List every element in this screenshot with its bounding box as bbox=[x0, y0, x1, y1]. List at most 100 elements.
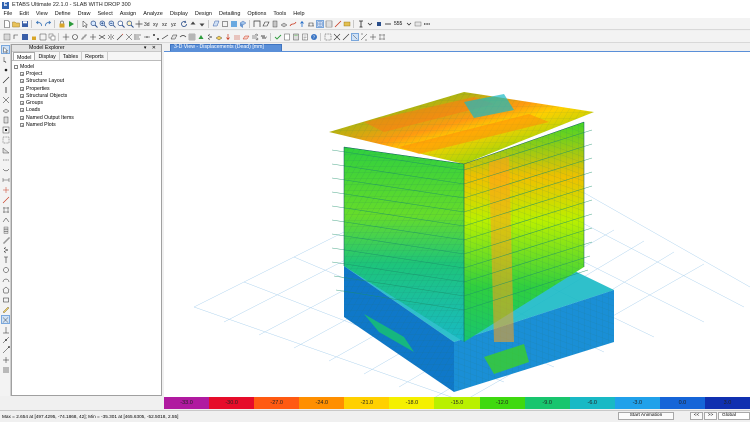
draw-link-icon[interactable] bbox=[1, 155, 10, 164]
rotate-view-icon[interactable] bbox=[180, 20, 188, 28]
3d-view-canvas[interactable] bbox=[164, 51, 750, 397]
zoom-out-icon[interactable] bbox=[108, 20, 116, 28]
menu-display[interactable]: Display bbox=[166, 11, 191, 17]
menu-select[interactable]: Select bbox=[94, 11, 116, 17]
model-icon[interactable] bbox=[3, 33, 11, 41]
draw-circle-icon[interactable] bbox=[1, 265, 10, 274]
snap-perpendicular-icon[interactable] bbox=[1, 325, 10, 334]
expand-icon[interactable]: + bbox=[20, 86, 24, 91]
run-analysis-icon[interactable] bbox=[67, 20, 75, 28]
tree-root-model[interactable]: - Model bbox=[14, 63, 159, 70]
zoom-full-icon[interactable] bbox=[117, 20, 125, 28]
snap-intersection-icon[interactable] bbox=[1, 315, 10, 324]
shell-icon[interactable] bbox=[262, 20, 270, 28]
edit-lines-icon[interactable] bbox=[161, 33, 169, 41]
auto-mesh-icon[interactable] bbox=[188, 33, 196, 41]
extrude-icon[interactable] bbox=[239, 20, 247, 28]
undo-icon[interactable] bbox=[35, 20, 43, 28]
line-style-icon[interactable] bbox=[414, 20, 422, 28]
draw-developed-elevation-icon[interactable] bbox=[1, 215, 10, 224]
snap-midpoint-icon[interactable] bbox=[1, 335, 10, 344]
draw-brace-icon[interactable] bbox=[1, 95, 10, 104]
menu-detailing[interactable]: Detailing bbox=[216, 11, 244, 17]
draw-section-cut-icon[interactable] bbox=[1, 195, 10, 204]
frame-icon[interactable] bbox=[253, 20, 261, 28]
forces-icon[interactable] bbox=[307, 20, 315, 28]
save-view-icon[interactable] bbox=[21, 33, 29, 41]
new-model-icon[interactable] bbox=[3, 19, 11, 28]
springs-icon[interactable] bbox=[206, 33, 214, 41]
draw-opening-icon[interactable] bbox=[1, 125, 10, 134]
draw-floor-icon[interactable] bbox=[1, 105, 10, 114]
deformed-shape-icon[interactable] bbox=[289, 20, 297, 28]
expand-icon[interactable]: + bbox=[20, 123, 24, 128]
menu-analyze[interactable]: Analyze bbox=[140, 11, 167, 17]
menu-design[interactable]: Design bbox=[191, 11, 215, 17]
report-icon[interactable] bbox=[301, 33, 309, 41]
extend-icon[interactable] bbox=[116, 33, 124, 41]
start-animation-button[interactable]: Start Animation bbox=[618, 412, 674, 420]
expand-icon[interactable]: + bbox=[20, 93, 24, 98]
section-cut-icon[interactable] bbox=[334, 20, 342, 28]
draw-grid-icon[interactable] bbox=[1, 205, 10, 214]
move-up-icon[interactable] bbox=[189, 20, 197, 28]
expand-icon[interactable]: + bbox=[20, 101, 24, 106]
open-folder-icon[interactable] bbox=[11, 20, 20, 28]
wind-icon[interactable] bbox=[251, 33, 259, 41]
zoom-window-icon[interactable] bbox=[90, 20, 98, 28]
measure-icon[interactable] bbox=[1, 305, 10, 314]
zoom-previous-icon[interactable] bbox=[126, 20, 134, 28]
draw-null-area-icon[interactable] bbox=[1, 135, 10, 144]
lock-icon[interactable] bbox=[58, 20, 66, 28]
restraint-icon[interactable] bbox=[197, 33, 205, 41]
tab-display[interactable]: Display bbox=[35, 52, 60, 60]
tree-item-loads[interactable]: + Loads bbox=[14, 107, 159, 114]
draw-spring-icon[interactable] bbox=[1, 245, 10, 254]
calculator-icon[interactable] bbox=[292, 33, 300, 41]
draw-wall-icon[interactable] bbox=[1, 115, 10, 124]
set-display-options-icon[interactable] bbox=[230, 20, 238, 28]
copy-icon[interactable] bbox=[48, 33, 56, 41]
draw-ramp-icon[interactable] bbox=[1, 145, 10, 154]
diaphragm-icon[interactable] bbox=[215, 33, 223, 41]
merge-icon[interactable] bbox=[98, 33, 106, 41]
analysis-log-icon[interactable] bbox=[283, 33, 291, 41]
menu-draw[interactable]: Draw bbox=[74, 11, 94, 17]
coordinate-system-select[interactable]: Global bbox=[718, 412, 750, 420]
trim-icon[interactable] bbox=[125, 33, 133, 41]
dimension-dropdown-icon[interactable] bbox=[405, 20, 413, 28]
replicate-icon[interactable] bbox=[80, 33, 88, 41]
draw-polygon-icon[interactable] bbox=[1, 285, 10, 294]
draw-reference-point-icon[interactable] bbox=[1, 185, 10, 194]
menu-define[interactable]: Define bbox=[51, 11, 74, 17]
tab-reports[interactable]: Reports bbox=[82, 52, 108, 60]
menu-view[interactable]: View bbox=[32, 11, 51, 17]
grid-tool-icon[interactable] bbox=[39, 33, 47, 41]
dropdown-arrow-icon[interactable] bbox=[366, 20, 374, 28]
draw-rectangle-icon[interactable] bbox=[1, 295, 10, 304]
draw-beam-icon[interactable] bbox=[1, 75, 10, 84]
view-tab-3d-displacements[interactable]: 3-D View - Displacements (Dead) [mm] bbox=[170, 44, 282, 51]
invert-selection-icon[interactable] bbox=[342, 33, 350, 41]
plan-view-icon[interactable]: xy bbox=[153, 20, 161, 28]
panel-controls[interactable]: ▾ ✕ bbox=[144, 45, 158, 51]
edit-points-icon[interactable] bbox=[152, 33, 160, 41]
slab-icon[interactable] bbox=[280, 20, 288, 28]
snap-grid-icon[interactable] bbox=[1, 355, 10, 364]
next-step-button[interactable]: >> bbox=[704, 412, 717, 420]
menu-tools[interactable]: Tools bbox=[270, 11, 290, 17]
grid-display-icon[interactable] bbox=[315, 19, 324, 28]
table-display-icon[interactable] bbox=[325, 20, 333, 28]
expand-icon[interactable]: + bbox=[20, 115, 24, 120]
3d-view-icon[interactable]: 3d bbox=[144, 20, 152, 28]
text-tool-icon[interactable] bbox=[357, 20, 365, 28]
align-icon[interactable] bbox=[134, 33, 142, 41]
pan-icon[interactable] bbox=[135, 20, 143, 28]
draw-wall-stack-icon[interactable] bbox=[1, 225, 10, 234]
snap-to-points-icon[interactable] bbox=[360, 33, 368, 41]
joint-loads-icon[interactable] bbox=[224, 33, 232, 41]
select-all-icon[interactable] bbox=[324, 33, 332, 41]
check-model-icon[interactable] bbox=[274, 33, 282, 41]
elevation-view-icon[interactable]: xz bbox=[162, 20, 170, 28]
wall-icon[interactable] bbox=[271, 20, 279, 28]
